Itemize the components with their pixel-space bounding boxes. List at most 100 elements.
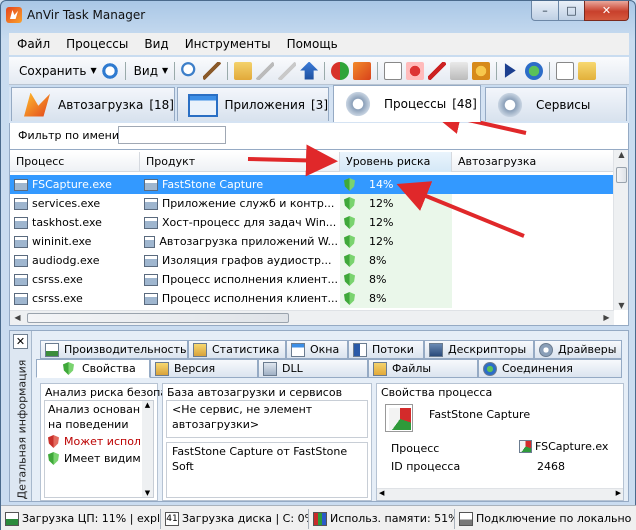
table-row[interactable]: services.exe Приложение служб и контр... 1…: [10, 194, 614, 213]
risk-shield-icon: [344, 273, 355, 286]
column-header-risk[interactable]: Уровень риска: [340, 152, 452, 172]
table-row[interactable]: audiodg.exe Изоляция графов аудиостр... 8%: [10, 251, 614, 270]
properties-horizontal-scrollbar[interactable]: ◀ ▶: [377, 488, 623, 500]
tab-processes[interactable]: Процессы [48]: [333, 85, 481, 122]
status-disk[interactable]: 41 Загрузка диска | C: 0% /: [161, 508, 309, 529]
maximize-button[interactable]: □: [558, 1, 585, 21]
tab-performance-label: Производительность: [64, 343, 187, 356]
notes-icon[interactable]: [578, 61, 597, 80]
table-row[interactable]: csrss.exe Процесс исполнения клиент... 8%: [10, 270, 614, 289]
autostart-db-text-2: автозагрузки>: [172, 418, 260, 431]
process-cell: FSCapture.exe: [14, 175, 138, 194]
priority-icon[interactable]: [353, 61, 372, 80]
tab-startup[interactable]: Автозагрузка [18]: [11, 87, 175, 121]
detail-close-button[interactable]: ✕: [13, 334, 28, 349]
autostart-db-product-box[interactable]: FastStone Capture от FastStone Soft: [166, 442, 368, 498]
scroll-left-icon[interactable]: ◀: [10, 313, 25, 322]
stop-icon[interactable]: [406, 61, 425, 80]
menu-tools[interactable]: Инструменты: [177, 37, 279, 51]
tab-version[interactable]: Версия: [150, 359, 258, 378]
vertical-scrollbar[interactable]: ▲ ▼: [613, 150, 628, 310]
filter-input[interactable]: [118, 126, 226, 144]
pin-icon[interactable]: [278, 61, 297, 80]
horizontal-scrollbar[interactable]: ◀ ▶: [10, 310, 614, 325]
scroll-right-icon[interactable]: ▶: [599, 313, 614, 322]
network-icon: [459, 511, 473, 526]
autostart-cell: [452, 289, 614, 308]
up-arrow-icon[interactable]: [300, 61, 319, 80]
tab-drivers-label: Драйверы: [558, 343, 617, 356]
menu-processes[interactable]: Процессы: [58, 37, 136, 51]
command-prompt-icon[interactable]: [504, 63, 516, 78]
risk-analysis-list[interactable]: Анализ основан на поведении Может испол …: [44, 400, 154, 498]
column-header-product[interactable]: Продукт: [140, 152, 340, 172]
kill-process-icon[interactable]: [428, 61, 447, 80]
tab-drivers[interactable]: Драйверы: [534, 340, 622, 359]
table-row[interactable]: wininit.exe Автозагрузка приложений W... 1…: [10, 232, 614, 251]
folder-icon[interactable]: [234, 61, 253, 80]
menu-help[interactable]: Помощь: [279, 37, 346, 51]
tab-connections[interactable]: Соединения: [478, 359, 622, 378]
detail-side-label: Детальная информация: [15, 359, 29, 500]
scroll-down-icon[interactable]: ▼: [614, 301, 628, 310]
vertical-scroll-thumb[interactable]: [616, 167, 627, 183]
risk-value: 8%: [369, 292, 387, 305]
tab-threads-label: Потоки: [372, 343, 414, 356]
scroll-up-icon[interactable]: ▲: [614, 150, 628, 159]
menu-view[interactable]: Вид: [136, 37, 176, 51]
settings-icon[interactable]: [472, 61, 491, 80]
product-cell: Процесс исполнения клиент...: [144, 270, 338, 289]
risk-value: 8%: [369, 254, 387, 267]
tab-services[interactable]: Сервисы: [485, 87, 627, 121]
toolbar: Сохранить ▼ Вид ▼: [9, 57, 629, 85]
tab-handles[interactable]: Дескрипторы: [424, 340, 534, 359]
tab-statistics[interactable]: Статистика: [188, 340, 286, 359]
globe-icon[interactable]: [525, 61, 544, 80]
minimize-button[interactable]: –: [531, 1, 559, 21]
product-name: Хост-процесс для задач Win...: [162, 216, 337, 229]
tab-applications[interactable]: Приложения [3]: [177, 87, 329, 121]
tab-processes-count: [48]: [452, 97, 477, 111]
tab-files[interactable]: Файлы: [368, 359, 478, 378]
search-icon[interactable]: [181, 61, 200, 80]
status-network[interactable]: Подключение по локально: [455, 509, 633, 529]
copy-icon[interactable]: [556, 61, 575, 80]
tab-statistics-label: Статистика: [212, 343, 280, 356]
close-button[interactable]: ✕: [584, 1, 629, 21]
process-tree-icon[interactable]: [331, 61, 350, 80]
tab-performance[interactable]: Производительность: [40, 340, 188, 359]
save-button[interactable]: Сохранить ▼: [15, 61, 97, 81]
tab-connections-label: Соединения: [502, 362, 573, 375]
save-label: Сохранить: [19, 63, 87, 78]
tab-windows[interactable]: Окна: [286, 340, 348, 359]
column-header-process[interactable]: Процесс: [10, 152, 140, 172]
table-row[interactable]: csrss.exe Процесс исполнения клиент... 8%: [10, 289, 614, 308]
autostart-db-status-box[interactable]: <Не сервис, не элемент автозагрузки>: [166, 400, 368, 438]
suspend-icon[interactable]: [450, 61, 469, 80]
tab-properties[interactable]: Свойства: [36, 359, 150, 378]
view-button[interactable]: Вид ▼: [130, 61, 168, 81]
risk-cell: 8%: [340, 270, 452, 289]
status-cpu[interactable]: Загрузка ЦП: 11% | expl: [1, 508, 161, 529]
gear-icon: [342, 90, 376, 118]
risk-analysis-pane: Анализ риска безопас Анализ основан на п…: [40, 383, 173, 501]
wrench-icon[interactable]: [256, 61, 275, 80]
table-row[interactable]: taskhost.exe Хост-процесс для задач Win..…: [10, 213, 614, 232]
process-icon: [14, 216, 28, 229]
tab-threads[interactable]: Потоки: [348, 340, 424, 359]
menu-file[interactable]: Файл: [9, 37, 58, 51]
column-header-autostart[interactable]: Автозагрузка: [452, 152, 614, 172]
services-gear-icon: [494, 90, 528, 119]
tab-processes-label: Процессы: [384, 97, 447, 111]
horizontal-scroll-thumb[interactable]: [27, 313, 289, 323]
table-row[interactable]: FSCapture.exe FastStone Capture 14%: [10, 175, 614, 194]
status-memory[interactable]: Использ. памяти: 51% |: [309, 508, 455, 529]
new-document-icon[interactable]: [384, 61, 403, 80]
tools-icon[interactable]: [203, 61, 222, 80]
tab-dll[interactable]: DLL: [258, 359, 368, 378]
refresh-icon[interactable]: [100, 61, 119, 80]
risk-analysis-scrollbar[interactable]: ▲ ▼: [142, 401, 153, 497]
applications-icon: [186, 91, 218, 119]
status-network-label: Подключение по локально: [476, 512, 632, 525]
product-icon: [144, 216, 158, 229]
